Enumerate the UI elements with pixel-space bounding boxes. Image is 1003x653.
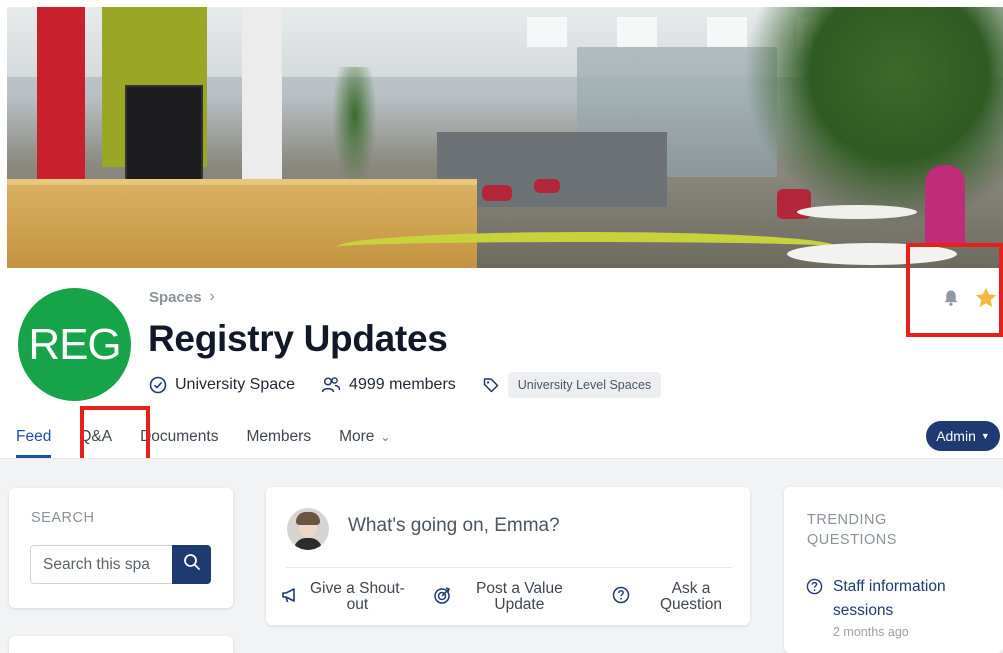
banner-red-pillar (37, 7, 85, 207)
admin-dropdown-button[interactable]: Admin ▼ (926, 421, 1000, 451)
give-shoutout-line1: Give a Shout- (310, 580, 405, 597)
ask-question-button[interactable]: Ask a Question (612, 581, 722, 613)
trending-question-title[interactable]: Staff information sessions (833, 575, 946, 623)
check-circle-icon (149, 376, 167, 394)
ask-question-line2: Question (660, 596, 723, 613)
post-divider (286, 567, 732, 568)
post-value-line1: Post a Value (476, 580, 563, 597)
tab-feed[interactable]: Feed (16, 414, 52, 458)
space-type-label: University Space (175, 376, 296, 393)
tab-documents[interactable]: Documents (140, 414, 218, 458)
post-composer-input[interactable]: What's going on, Emma? (348, 515, 560, 537)
banner-person (925, 165, 965, 245)
post-value-line2: Update (494, 596, 545, 613)
space-type: University Space (149, 376, 295, 394)
tab-more[interactable]: More ⌄ (339, 414, 390, 458)
users-icon (321, 376, 341, 394)
trending-heading: TRENDING QUESTIONS (807, 510, 897, 550)
banner-white-pillar (242, 7, 282, 187)
search-button[interactable] (172, 545, 211, 584)
search-input[interactable] (30, 545, 175, 584)
trending-question-line2: sessions (833, 602, 894, 619)
banner-floor-line (337, 232, 837, 262)
banner-table (797, 205, 917, 219)
trending-question-time: 2 months ago (833, 625, 909, 639)
members-count-label: 4999 members (349, 376, 456, 393)
user-avatar (287, 508, 329, 550)
tag-icon (482, 376, 500, 394)
banner-plant (332, 67, 377, 187)
search-icon (183, 553, 201, 576)
post-value-update-button[interactable]: Post a Value Update (432, 581, 563, 613)
members-count[interactable]: 4999 members (321, 376, 456, 394)
space-avatar: REG (18, 288, 131, 401)
space-tag-badge[interactable]: University Level Spaces (507, 372, 662, 398)
search-card: SEARCH (9, 488, 233, 608)
chevron-down-icon: ⌄ (380, 430, 391, 444)
trending-questions-card: TRENDING QUESTIONS Staff information sess… (784, 487, 1003, 653)
admin-button-label: Admin (936, 428, 976, 444)
page-title: Registry Updates (148, 318, 448, 359)
banner-chair (482, 185, 512, 201)
space-tabs: Feed Q&A Documents Members More ⌄ (16, 414, 418, 458)
tab-more-label: More (339, 428, 375, 445)
give-shoutout-line2: out (346, 596, 369, 613)
caret-down-icon: ▼ (980, 431, 990, 441)
post-composer-card: What's going on, Emma? Give a Shout-out … (266, 487, 750, 625)
give-shoutout-button[interactable]: Give a Shout-out (280, 581, 405, 613)
space-meta: University Space 4999 members University… (149, 372, 687, 398)
highlight-annotation-box (80, 406, 150, 464)
space-banner-image (7, 7, 1003, 268)
breadcrumb: Spaces › (149, 288, 215, 306)
ask-question-line1: Ask a (671, 580, 711, 597)
sidebar-card (9, 636, 233, 653)
trending-heading-line1: TRENDING (807, 512, 887, 528)
space-tag-group: University Level Spaces (482, 372, 662, 398)
search-heading: SEARCH (31, 510, 95, 526)
question-icon (612, 586, 630, 609)
question-icon (806, 578, 823, 639)
trending-question-item[interactable]: Staff information sessions 2 months ago (806, 575, 946, 639)
breadcrumb-spaces-link[interactable]: Spaces (149, 289, 202, 306)
trending-heading-line2: QUESTIONS (807, 532, 897, 548)
banner-chair (534, 179, 560, 193)
chevron-right-icon: › (209, 288, 215, 305)
highlight-annotation-box (906, 243, 1003, 337)
trending-question-line1: Staff information (833, 578, 946, 595)
banner-sign (125, 85, 203, 193)
tab-members[interactable]: Members (246, 414, 311, 458)
megaphone-icon (280, 585, 302, 610)
target-icon (432, 585, 454, 610)
